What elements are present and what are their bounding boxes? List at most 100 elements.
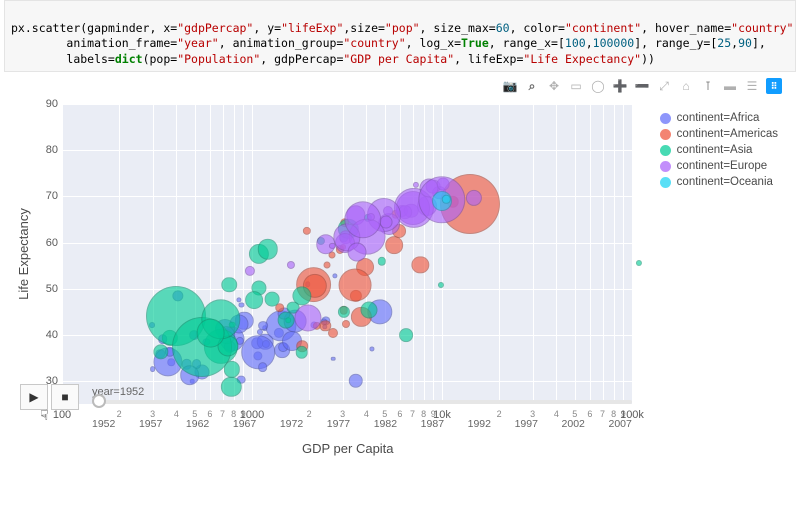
x-tick: 4 [174,409,179,419]
data-point[interactable] [278,312,295,329]
data-point[interactable] [338,306,350,318]
autoscale-icon[interactable]: ⤢ [656,78,672,94]
x-tick: 2 [117,409,122,419]
year-tick: 2002 [562,418,585,430]
data-point[interactable] [323,261,330,268]
year-slider[interactable]: year=1952 [92,400,632,404]
year-tick: 1977 [327,418,350,430]
year-tick: 1982 [374,418,397,430]
legend-dot-icon [660,129,671,140]
x-tick: 4 [364,409,369,419]
play-button[interactable]: ▶ [20,384,48,410]
data-point[interactable] [150,367,156,373]
camera-icon[interactable]: 📷 [502,78,518,94]
year-tick: 1997 [515,418,538,430]
code-cell: px.scatter(gapminder, x="gdpPercap", y="… [4,0,796,72]
plotly-logo-icon[interactable]: ⠿ [766,78,782,94]
legend-dot-icon [660,145,671,156]
x-tick: 5 [382,409,387,419]
data-point[interactable] [257,239,278,260]
play-icon: ▶ [29,390,38,404]
x-tick: 8 [421,409,426,419]
data-point[interactable] [245,266,255,276]
data-point[interactable] [361,302,378,319]
data-point[interactable] [332,274,337,279]
zoom-in-icon[interactable]: ➕ [612,78,628,94]
legend-item[interactable]: continent=Africa [660,112,778,124]
data-point[interactable] [370,346,375,351]
animation-controls: ▶ ■ [20,384,79,410]
x-tick: 3 [150,409,155,419]
x-tick: 1000 [240,409,264,421]
hover-icon[interactable]: ▬ [722,78,738,94]
x-tick: 10k [433,409,451,421]
y-tick: 40 [40,329,58,341]
stop-icon: ■ [61,390,68,404]
chart-area: Life Expectancy GDP per Capita continent… [4,96,796,466]
data-point[interactable] [287,261,295,269]
hover-compare-icon[interactable]: ☰ [744,78,760,94]
data-point[interactable] [221,376,241,396]
data-point[interactable] [294,305,321,332]
y-tick: 60 [40,237,58,249]
data-point[interactable] [413,182,419,188]
legend-label: continent=Europe [677,160,767,172]
plot-area[interactable] [62,104,632,404]
legend[interactable]: continent=Africa continent=Americas contin… [660,112,778,192]
x-tick: 2 [307,409,312,419]
data-point[interactable] [399,328,413,342]
x-tick: 4 [554,409,559,419]
y-axis-title: Life Expectancy [16,208,31,300]
x-tick: 8 [611,409,616,419]
slider-thumb[interactable] [92,394,106,408]
y-tick: 80 [40,144,58,156]
x-tick: 7 [220,409,225,419]
pan-icon[interactable]: ✥ [546,78,562,94]
data-point[interactable] [295,346,308,359]
x-tick: 6 [587,409,592,419]
y-tick: 50 [40,283,58,295]
stop-button[interactable]: ■ [51,384,79,410]
x-tick: 7 [410,409,415,419]
x-tick: 5 [192,409,197,419]
data-point[interactable] [265,291,280,306]
data-point[interactable] [349,374,364,389]
spike-icon[interactable]: ⊺ [700,78,716,94]
x-tick: 8 [231,409,236,419]
data-point[interactable] [412,256,429,273]
data-point[interactable] [221,277,237,293]
data-point[interactable] [246,291,264,309]
box-select-icon[interactable]: ▭ [568,78,584,94]
zoom-out-icon[interactable]: ➖ [634,78,650,94]
year-tick: 1952 [92,418,115,430]
zoom-icon[interactable]: ⌕ [524,78,540,94]
legend-label: continent=Americas [677,128,778,140]
legend-label: continent=Africa [677,112,760,124]
data-point[interactable] [258,362,268,372]
data-point[interactable] [385,236,403,254]
year-tick: 1957 [139,418,162,430]
data-point[interactable] [331,357,336,362]
data-point[interactable] [196,319,225,348]
data-point[interactable] [636,260,642,266]
data-point[interactable] [380,216,393,229]
data-point[interactable] [224,361,240,377]
plotly-toolbar: 📷 ⌕ ✥ ▭ ◯ ➕ ➖ ⤢ ⌂ ⊺ ▬ ☰ ⠿ [0,72,800,96]
data-point[interactable] [438,281,444,287]
legend-item[interactable]: continent=Oceania [660,176,778,188]
year-tick: 1962 [186,418,209,430]
reset-icon[interactable]: ⌂ [678,78,694,94]
legend-dot-icon [660,161,671,172]
x-tick: 3 [340,409,345,419]
legend-dot-icon [660,113,671,124]
legend-item[interactable]: continent=Americas [660,128,778,140]
legend-item[interactable]: continent=Asia [660,144,778,156]
data-point[interactable] [342,320,350,328]
data-point[interactable] [328,328,338,338]
legend-item[interactable]: continent=Europe [660,160,778,172]
data-point[interactable] [338,269,371,302]
data-point[interactable] [348,242,367,261]
x-tick: 7 [600,409,605,419]
lasso-icon[interactable]: ◯ [590,78,606,94]
data-point[interactable] [258,321,268,331]
